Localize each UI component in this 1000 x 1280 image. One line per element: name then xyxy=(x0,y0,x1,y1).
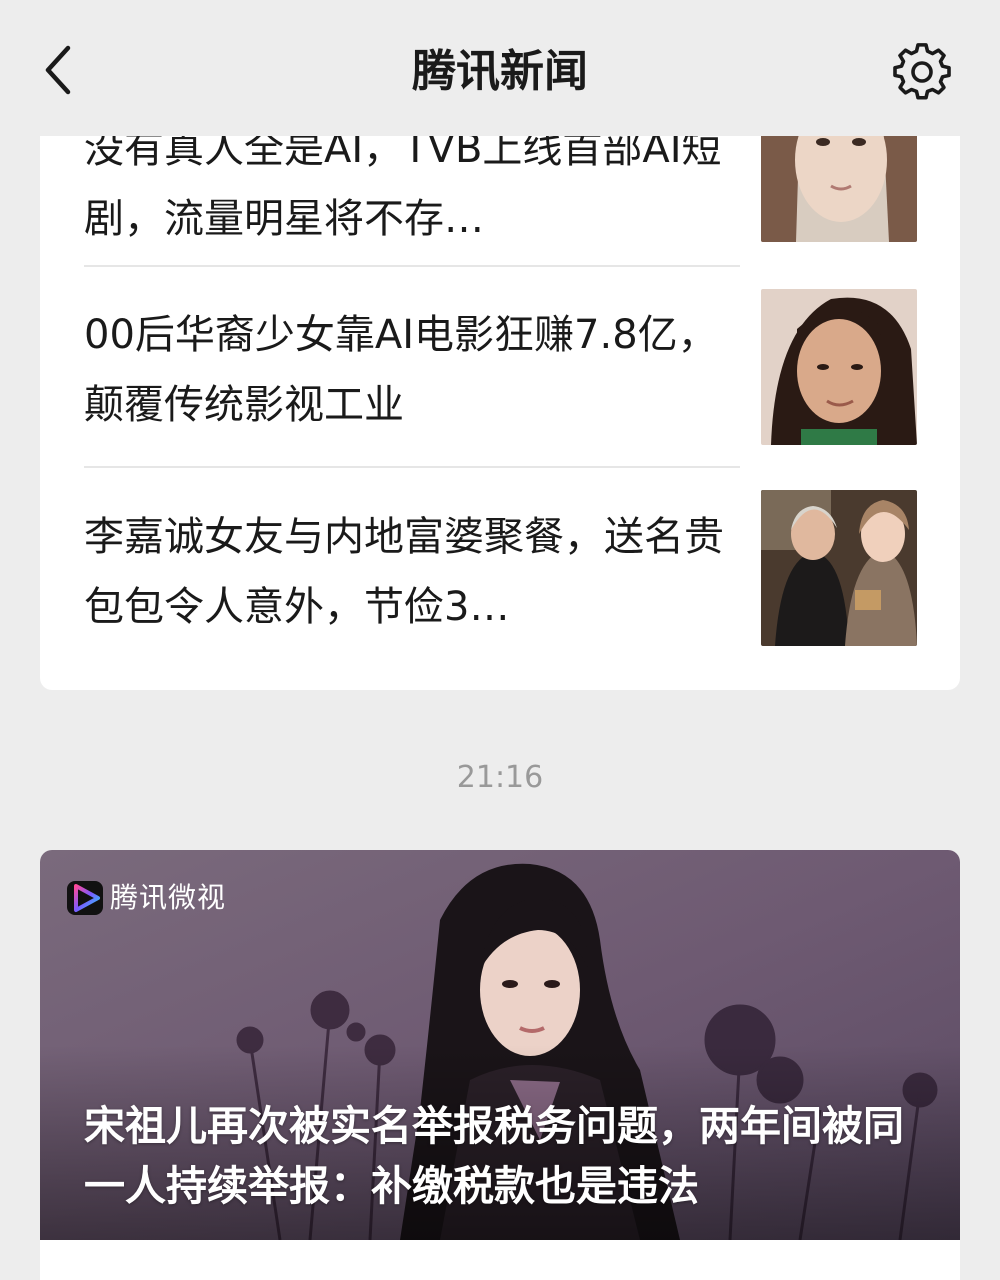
brand-name: 腾讯微视 xyxy=(110,881,227,914)
divider xyxy=(84,466,740,468)
page-title: 腾讯新闻 xyxy=(412,46,588,97)
featured-article-card[interactable]: 腾讯微视 宋祖儿再次被实名举报税务问题，两年间被同一人持续举报：补缴税款也是违法 xyxy=(40,850,960,1280)
featured-card-footer xyxy=(40,1240,960,1280)
news-item[interactable]: 00后华裔少女靠AI电影狂赚7.8亿，颠覆传统影视工业 xyxy=(40,289,960,500)
play-logo-icon xyxy=(67,881,103,915)
news-item-title: 00后华裔少女靠AI电影狂赚7.8亿，颠覆传统影视工业 xyxy=(84,312,718,428)
message-timestamp: 21:16 xyxy=(456,760,544,795)
brand-badge: 腾讯微视 xyxy=(66,880,226,916)
news-item[interactable]: 李嘉诚女友与内地富婆聚餐，送名贵包包令人意外，节俭3… xyxy=(40,490,960,690)
news-list-card: 没有真人全是AI，TVB上线首部AI短剧，流量明星将不存… 00后华裔少女靠AI… xyxy=(40,80,960,690)
top-navigation-bar: 腾讯新闻 xyxy=(0,0,1000,136)
news-thumbnail xyxy=(761,490,917,646)
news-item-title: 李嘉诚女友与内地富婆聚餐，送名贵包包令人意外，节俭3… xyxy=(84,514,724,630)
divider xyxy=(84,265,740,267)
featured-image: 腾讯微视 宋祖儿再次被实名举报税务问题，两年间被同一人持续举报：补缴税款也是违法 xyxy=(40,850,960,1240)
gear-icon xyxy=(893,43,951,100)
news-thumbnail xyxy=(761,289,917,445)
featured-article-title: 宋祖儿再次被实名举报税务问题，两年间被同一人持续举报：补缴税款也是违法 xyxy=(84,1102,904,1210)
settings-button[interactable] xyxy=(890,40,954,104)
news-item[interactable]: 没有真人全是AI，TVB上线首部AI短剧，流量明星将不存… xyxy=(40,80,960,314)
